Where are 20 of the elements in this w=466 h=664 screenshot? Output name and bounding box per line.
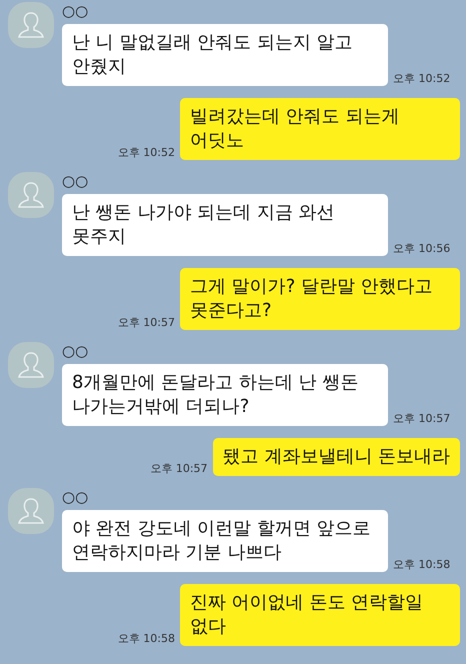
message-bubble: 난 니 말없길래 안줘도 되는지 알고 안줬지	[62, 24, 388, 86]
message-time: 오후 10:57	[393, 411, 450, 426]
message-time: 오후 10:58	[118, 631, 175, 646]
sender-name: ○○	[62, 2, 90, 20]
message-time: 오후 10:52	[393, 71, 450, 86]
message-time: 오후 10:56	[393, 241, 450, 256]
message-bubble: 진짜 어이없네 돈도 연락할일 없다	[180, 584, 460, 646]
message-time: 오후 10:57	[118, 315, 175, 330]
message-bubble: 8개월만에 돈달라고 하는데 난 쌩돈 나가는거밖에 더되나?	[62, 364, 388, 426]
message-bubble: 그게 말이가? 달란말 안했다고 못준다고?	[180, 268, 460, 330]
message-time: 오후 10:57	[150, 461, 208, 476]
message-bubble: 빌려갔는데 안줘도 되는게 어딧노	[180, 98, 460, 160]
message-bubble: 난 쌩돈 나가야 되는데 지금 와선 못주지	[62, 194, 388, 256]
message-time: 오후 10:52	[118, 145, 175, 160]
message-time: 오후 10:58	[393, 557, 450, 572]
sender-name: ○○	[62, 342, 90, 360]
sender-name: ○○	[62, 172, 90, 190]
message-bubble: 됐고 계좌보낼테니 돈보내라	[212, 438, 460, 476]
message-bubble: 야 완전 강도네 이런말 할꺼면 앞으로 연락하지마라 기분 나쁘다	[62, 510, 388, 572]
sender-name: ○○	[62, 488, 90, 506]
